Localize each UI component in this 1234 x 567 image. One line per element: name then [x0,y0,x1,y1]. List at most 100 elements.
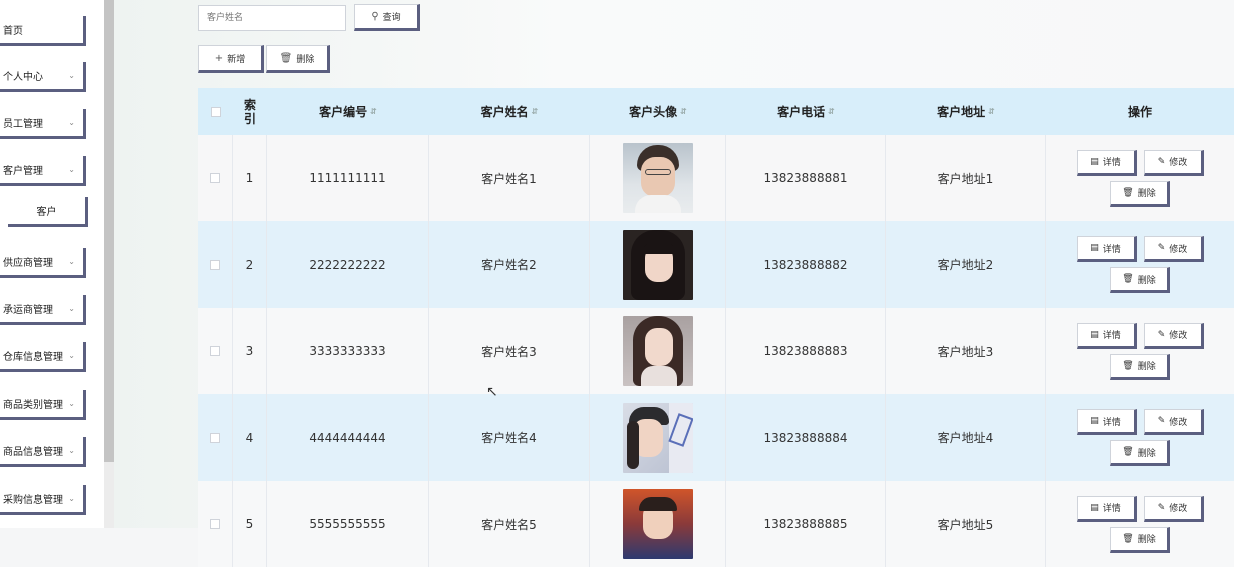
avatar[interactable] [622,489,693,559]
table-row[interactable]: 2 2222222222 客户姓名2 13823888882 客户地址2 ▤ 详情… [198,221,1234,308]
document-icon: ▤ [1090,156,1099,167]
header-customer-code[interactable]: 客户编号 ⇵ [267,88,429,135]
row-checkbox[interactable] [210,432,220,443]
avatar[interactable] [622,316,693,386]
row-index: 5 [233,481,267,567]
table-row[interactable]: 4 4444444444 客户姓名4 13823888884 客户地址4 ▤ 详情… [198,394,1234,481]
row-select-cell[interactable] [198,135,233,221]
sidebar-item-customers[interactable]: 客户管理 ⌄ [0,156,86,186]
delete-button[interactable]: 🗑 删除 [1110,440,1170,466]
delete-button[interactable]: 🗑 删除 [1110,353,1170,380]
avatar[interactable] [622,143,693,213]
sort-icon[interactable]: ⇵ [680,107,687,116]
sidebar-item-label: 商品信息管理 [3,447,63,458]
sidebar-item-suppliers[interactable]: 供应商管理 ⌄ [0,248,86,278]
header-customer-name[interactable]: 客户姓名 ⇵ [429,88,590,135]
search-icon: ⚲ [371,11,379,22]
sidebar-subitem-customer[interactable]: 客户 [8,197,88,227]
row-actions: ▤ 详情 ✎ 修改 🗑 删除 [1046,135,1234,221]
delete-button[interactable]: 🗑 删除 [1110,267,1170,293]
row-avatar-cell [590,221,726,308]
sidebar-item-carriers[interactable]: 承运商管理 ⌄ [0,295,86,325]
sidebar-item-label: 承运商管理 [3,305,53,316]
row-customer-address: 客户地址1 [886,135,1046,221]
row-customer-phone: 13823888882 [726,221,886,308]
search-input[interactable] [198,5,346,31]
detail-label: 详情 [1102,417,1121,428]
row-checkbox[interactable] [210,173,220,183]
row-select-cell[interactable] [198,394,233,481]
sidebar-item-label: 仓库信息管理 [3,352,63,363]
detail-button[interactable]: ▤ 详情 [1076,322,1137,349]
avatar[interactable] [622,402,693,473]
detail-button[interactable]: ▤ 详情 [1076,149,1137,176]
sidebar-item-staff[interactable]: 员工管理 ⌄ [0,109,86,139]
pencil-icon: ✎ [1157,502,1166,513]
edit-label: 修改 [1169,331,1188,341]
sort-icon[interactable]: ⇵ [532,107,539,116]
sort-icon[interactable]: ⇵ [828,107,835,116]
row-select-cell[interactable] [198,481,233,567]
add-button[interactable]: + 新增 [198,45,264,73]
row-customer-code: 2222222222 [267,221,429,308]
edit-button[interactable]: ✎ 修改 [1143,236,1204,262]
trash-icon: 🗑 [1122,274,1134,284]
trash-icon: 🗑 [1122,447,1134,457]
edit-button[interactable]: ✎ 修改 [1143,322,1204,349]
sidebar-item-label: 客户管理 [3,166,43,177]
sidebar-item-product-info[interactable]: 商品信息管理 ⌄ [0,437,86,467]
detail-button[interactable]: ▤ 详情 [1076,409,1137,435]
row-customer-code: 5555555555 [267,481,429,567]
header-select-cell[interactable] [198,88,233,135]
sort-icon[interactable]: ⇵ [370,107,377,116]
detail-button[interactable]: ▤ 详情 [1076,236,1137,262]
column-title: 客户地址 [937,105,986,119]
header-customer-address[interactable]: 客户地址 ⇵ [886,88,1046,135]
sort-icon[interactable]: ⇵ [988,107,995,116]
table-row[interactable]: 1 1111111111 客户姓名1 13823888881 客户地址1 ▤ 详情… [198,135,1234,221]
row-checkbox[interactable] [210,259,220,270]
delete-label: 删除 [1137,535,1156,545]
delete-button[interactable]: 🗑 删除 [1110,526,1170,553]
sidebar-item-purchase[interactable]: 采购信息管理 ⌄ [0,485,86,515]
row-avatar-cell [590,308,726,394]
detail-label: 详情 [1102,331,1121,341]
detail-button[interactable]: ▤ 详情 [1076,495,1137,522]
select-all-checkbox[interactable] [210,106,221,117]
row-actions: ▤ 详情 ✎ 修改 🗑 删除 [1046,481,1234,567]
avatar[interactable] [622,229,693,300]
sidebar-item-warehouse[interactable]: 仓库信息管理 ⌄ [0,342,86,372]
table-row[interactable]: 3 3333333333 客户姓名3 13823888883 客户地址3 ▤ 详情… [198,308,1234,394]
batch-delete-button[interactable]: 🗑 删除 [266,45,330,73]
delete-label: 删除 [296,54,315,65]
edit-button[interactable]: ✎ 修改 [1143,409,1204,435]
sidebar-item-home[interactable]: 首页 [0,16,86,46]
table-row[interactable]: 5 5555555555 客户姓名5 13823888885 客户地址5 ▤ 详情… [198,481,1234,567]
row-select-cell[interactable] [198,308,233,394]
query-button[interactable]: ⚲ 查询 [354,4,420,31]
sidebar-scrollbar-thumb[interactable] [104,0,114,462]
sidebar-item-label: 客户 [36,207,57,218]
edit-button[interactable]: ✎ 修改 [1143,495,1204,522]
document-icon: ▤ [1090,502,1099,513]
row-avatar-cell [590,394,726,481]
row-checkbox[interactable] [210,346,220,356]
row-select-cell[interactable] [198,221,233,308]
row-customer-name: 客户姓名1 [429,135,590,221]
row-customer-address: 客户地址3 [886,308,1046,394]
chevron-down-icon: ⌄ [68,494,75,503]
edit-button[interactable]: ✎ 修改 [1143,149,1204,176]
pencil-icon: ✎ [1157,416,1166,426]
delete-button[interactable]: 🗑 删除 [1110,180,1170,207]
header-customer-phone[interactable]: 客户电话 ⇵ [726,88,886,135]
row-customer-address: 客户地址4 [886,394,1046,481]
sidebar-item-label: 供应商管理 [3,258,53,269]
sidebar-item-profile[interactable]: 个人中心 ⌄ [0,62,86,92]
sidebar-item-product-category[interactable]: 商品类别管理 ⌄ [0,390,86,420]
row-avatar-cell [590,135,726,221]
delete-label: 删除 [1137,448,1156,459]
chevron-down-icon: ⌄ [68,304,75,313]
row-customer-address: 客户地址2 [886,221,1046,308]
header-customer-avatar[interactable]: 客户头像 ⇵ [590,88,726,135]
row-customer-name: 客户姓名4 [429,394,590,481]
